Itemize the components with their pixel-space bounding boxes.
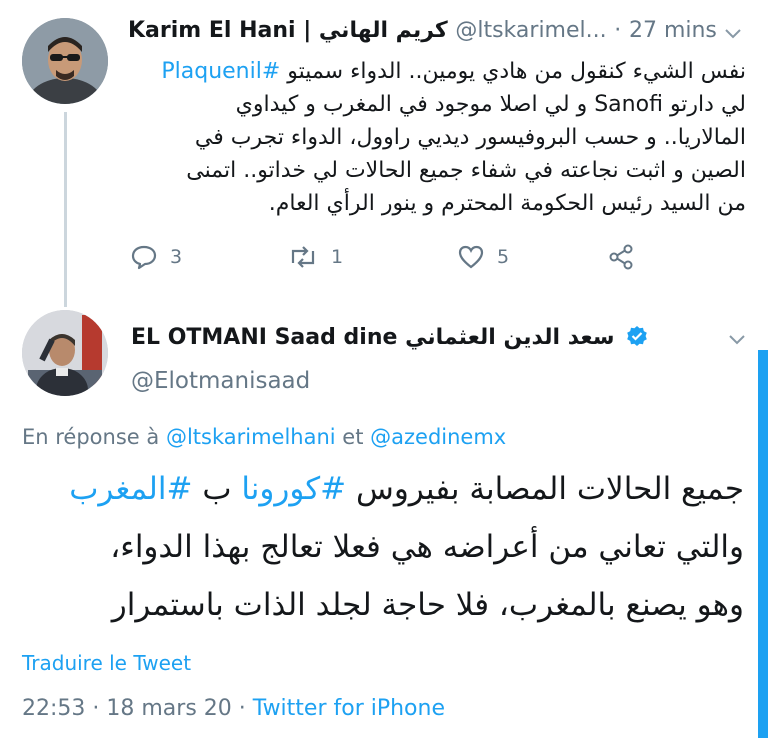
translate-tweet-link[interactable]: Traduire le Tweet [22,651,191,675]
tweet2-display-name-text: EL OTMANI Saad dine سعد الدين العثماني [131,325,615,350]
tweet1-hashtag-plaquenil[interactable]: #Plaquenil [161,59,280,84]
tweet2-text-line3: وهو يصنع بالمغرب، فلا حاجة لجلد الذات با… [111,587,744,623]
tweet1-handle[interactable]: @ltskarimel... [455,18,606,43]
reply-context: En réponse à @ltskarimelhani et @azedine… [22,425,506,449]
avatar[interactable] [22,310,108,396]
retweet-icon [291,246,315,268]
verified-badge-icon [627,326,647,346]
tweet1-text-line2b: و لي اصلا موجود في المغرب و كيداوي [235,92,588,117]
tweet1-display-name[interactable]: Karim El Hani | كريم الهاني [128,18,448,43]
tweet1-text-line1: نفس الشيء كنقول من هادي يومين.. الدواء س… [287,59,746,84]
tweet1-brand: Sanofi [594,92,663,117]
thread-connector-line [64,112,67,307]
tweet-timestamp[interactable]: 22:53 · 18 mars 20 · [22,696,246,721]
tweet-metadata: 22:53 · 18 mars 20 · Twitter for iPhone [22,696,445,721]
avatar-photo [22,18,108,104]
share-button[interactable] [607,243,635,271]
chevron-down-icon[interactable] [727,328,747,352]
tweet2-display-name[interactable]: EL OTMANI Saad dine سعد الدين العثماني [131,325,648,350]
hashtag-corona[interactable]: #كورونا [241,471,346,507]
tweet1-text-line2a: لي دارتو [669,92,746,117]
retweet-button[interactable]: 1 [287,245,457,269]
tweet2-text-line1a: جميع الحالات المصابة بفيروس [355,471,744,507]
tweet2-text-line2: والتي تعاني من أعراضه هي فعلا تعالج بهذا… [110,529,744,565]
avatar[interactable] [22,18,108,104]
tweet1-time[interactable]: 27 mins [629,18,717,43]
focus-accent-bar [758,350,768,738]
tweet1-text-line3: المالاريا.. و حسب البروفيسور ديديي راوول… [194,125,746,150]
reply-icon [131,245,157,270]
reply-user-link[interactable]: @azedinemx [370,425,506,449]
tweet-source-link[interactable]: Twitter for iPhone [253,696,445,721]
retweet-count: 1 [331,246,344,268]
reply-prefix: En réponse à [22,425,160,449]
reply-count: 3 [170,246,183,268]
chevron-down-icon[interactable] [723,22,743,46]
like-icon [458,245,484,269]
like-button[interactable]: 5 [457,244,607,270]
tweet1-separator: · [614,18,622,43]
tweet1-text-line5: من السيد رئيس الحكومة المحترم و ينور الر… [268,191,746,216]
tweet1-text-line4: الصين و اثبت نجاعته في شفاء جميع الحالات… [186,158,746,183]
tweet1-text: نفس الشيء كنقول من هادي يومين.. الدواء س… [116,55,746,220]
share-icon [609,244,633,270]
hashtag-morocco[interactable]: #المغرب [69,471,192,507]
tweet1-action-bar: 3 1 5 [130,243,635,271]
tweet2-handle[interactable]: @Elotmanisaad [131,368,310,394]
tweet2-text-line1b: ب [202,471,232,507]
tweet2-text: جميع الحالات المصابة بفيروس #كورونا ب #ا… [14,460,744,634]
reply-button[interactable]: 3 [130,244,287,270]
reply-user-link[interactable]: @ltskarimelhani [166,425,336,449]
reply-and: et [342,425,364,449]
tweet1-header: Karim El Hani | كريم الهاني @ltskarimel.… [128,18,717,43]
like-count: 5 [497,246,510,268]
avatar-photo [22,310,108,396]
